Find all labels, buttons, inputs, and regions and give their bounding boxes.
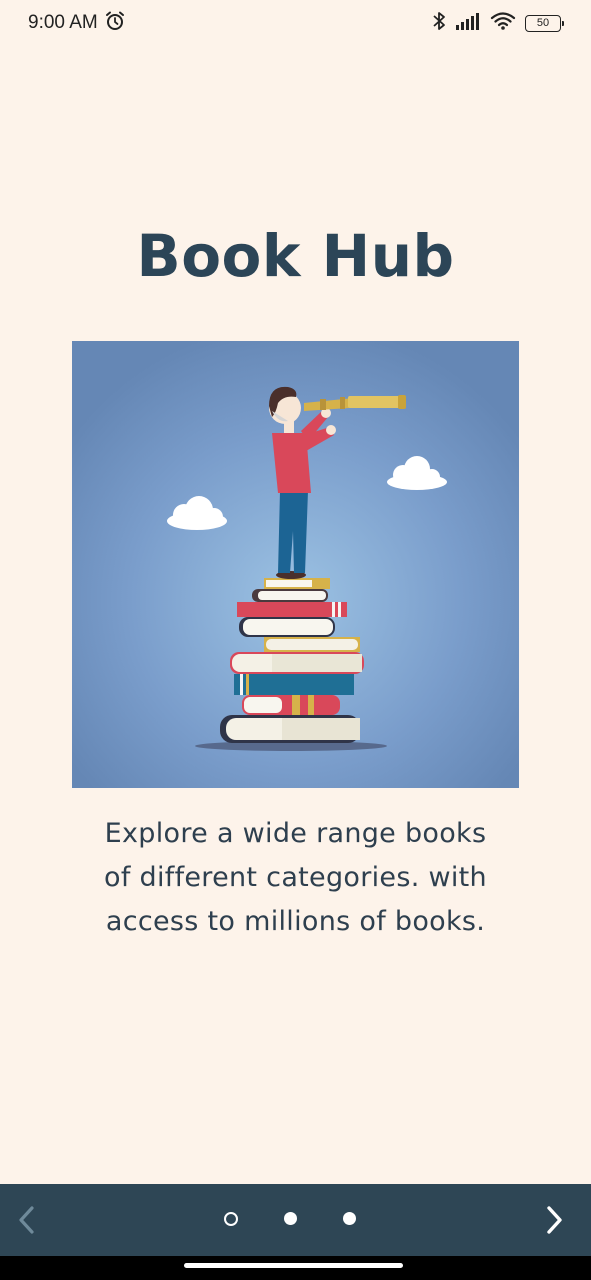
page-dot-1[interactable] xyxy=(224,1212,238,1226)
status-bar: 9:00 AM 50 xyxy=(0,0,591,46)
status-left: 9:00 AM xyxy=(28,10,126,36)
description-line: access to millions of books. xyxy=(105,906,486,937)
onboarding-nav-bar xyxy=(0,1184,591,1256)
home-gesture-bar[interactable] xyxy=(184,1263,403,1268)
page-dot-2[interactable] xyxy=(284,1212,297,1225)
chevron-right-icon xyxy=(547,1206,562,1234)
wifi-icon xyxy=(490,11,516,35)
chevron-left-icon xyxy=(19,1206,34,1234)
battery-level: 50 xyxy=(536,17,550,29)
status-time: 9:00 AM xyxy=(28,12,98,33)
system-gesture-area xyxy=(0,1256,591,1280)
page-dot-3[interactable] xyxy=(343,1212,356,1225)
telescope-books-illustration xyxy=(72,341,519,788)
description-line: of different categories. with xyxy=(104,862,487,893)
battery-icon: 50 xyxy=(525,14,564,32)
onboarding-illustration xyxy=(72,341,519,788)
alarm-icon xyxy=(104,10,126,36)
bluetooth-icon xyxy=(432,10,446,36)
previous-button[interactable] xyxy=(10,1202,46,1238)
page-indicator xyxy=(224,1212,356,1226)
signal-icon xyxy=(455,11,481,35)
status-right: 50 xyxy=(432,10,564,36)
app-title: Book Hub xyxy=(136,222,455,290)
onboarding-description: Explore a wide range books of different … xyxy=(60,812,531,944)
description-line: Explore a wide range books xyxy=(104,818,487,849)
next-button[interactable] xyxy=(536,1202,572,1238)
